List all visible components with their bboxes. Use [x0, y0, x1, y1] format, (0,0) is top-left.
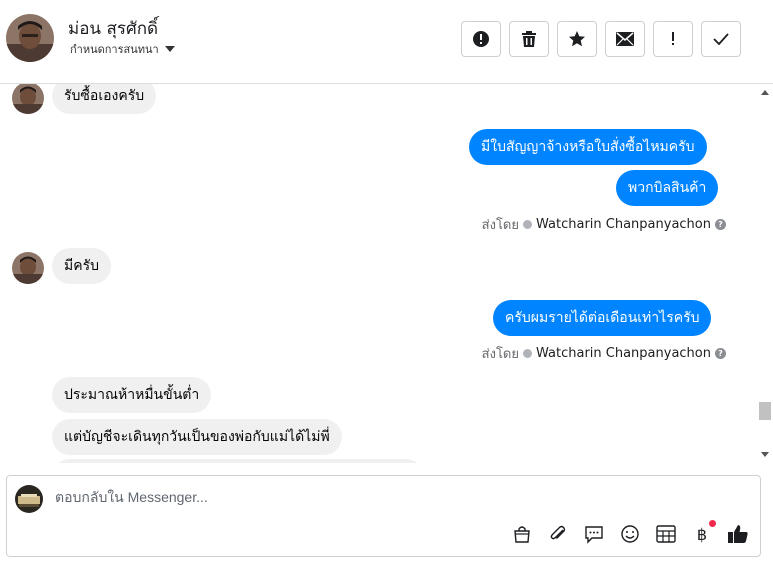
reply-input[interactable] — [55, 489, 735, 505]
report-icon — [473, 31, 489, 47]
message-bubble-incoming: มีครับ — [52, 248, 111, 284]
sent-by-agent: Watcharin Chanpanyachon — [536, 346, 711, 361]
scroll-thumb[interactable] — [759, 402, 771, 420]
attach-button[interactable] — [546, 522, 570, 546]
sent-by-label: ส่งโดย — [481, 347, 519, 362]
mark-done-button[interactable] — [701, 21, 741, 57]
conversation-header: ม่อน สุรศักดิ์ กำหนดการสนทนา — [0, 0, 773, 84]
message-bubble-outgoing: พวกบิลสินค้า — [616, 170, 719, 206]
contact-name: ม่อน สุรศักดิ์ — [68, 19, 159, 39]
page-check-icon — [523, 220, 532, 229]
like-icon — [728, 525, 748, 543]
composer-tools: ฿ — [510, 520, 750, 546]
emoji-button[interactable] — [618, 522, 642, 546]
thread-scrollbar[interactable] — [757, 84, 773, 463]
sent-by-info: ส่งโดย Watcharin Chanpanyachon ? — [482, 214, 726, 235]
delete-button[interactable] — [509, 21, 549, 57]
saved-replies-button[interactable] — [582, 522, 606, 546]
notification-dot — [709, 520, 716, 527]
reply-composer: ฿ — [6, 475, 761, 557]
header-actions — [461, 21, 741, 57]
paperclip-icon — [550, 525, 566, 540]
shop-button[interactable] — [510, 522, 534, 546]
scroll-down-icon[interactable] — [761, 452, 769, 457]
message-bubble-outgoing: มีใบสัญญาจ้างหรือใบสั่งซื้อไหมครับ — [469, 129, 707, 165]
spam-button[interactable] — [653, 21, 693, 57]
mark-unread-button[interactable] — [605, 21, 645, 57]
chevron-down-icon — [164, 46, 175, 52]
message-bubble-incoming-partial — [52, 459, 424, 463]
star-icon — [569, 31, 585, 47]
exclamation-icon — [672, 32, 674, 45]
envelope-icon — [616, 32, 634, 46]
calendar-icon — [656, 525, 676, 543]
saved-reply-icon — [585, 526, 603, 544]
check-icon — [713, 33, 729, 45]
message-bubble-incoming: แต่บัญชีจะเดินทุกวันเป็นของพ่อกับแม่ได้ไ… — [52, 419, 342, 455]
baht-icon: ฿ — [696, 524, 708, 544]
message-thread: รับซื้อเองครับ มีใบสัญญาจ้างหรือใบสั่งซื… — [0, 84, 757, 463]
appointment-button[interactable] — [654, 522, 678, 546]
sender-avatar — [12, 84, 44, 114]
page-check-icon — [523, 349, 532, 358]
message-bubble-incoming: ประมาณห้าหมื่นขั้นต่ำ — [52, 377, 212, 413]
message-bubble-outgoing: ครับผมรายได้ต่อเดือนเท่าไรครับ — [493, 300, 712, 336]
sent-by-info: ส่งโดย Watcharin Chanpanyachon ? — [482, 343, 726, 364]
page-avatar — [15, 485, 43, 513]
message-bubble-incoming: รับซื้อเองครับ — [52, 84, 157, 114]
scroll-up-icon[interactable] — [761, 90, 769, 95]
payment-button[interactable]: ฿ — [690, 520, 716, 546]
help-icon[interactable]: ? — [715, 348, 726, 359]
sent-by-agent: Watcharin Chanpanyachon — [536, 217, 711, 232]
conversation-settings-label: กำหนดการสนทนา — [70, 43, 159, 56]
report-button[interactable] — [461, 21, 501, 57]
sent-by-label: ส่งโดย — [481, 218, 519, 233]
trash-icon — [522, 31, 536, 47]
help-icon[interactable]: ? — [715, 219, 726, 230]
star-button[interactable] — [557, 21, 597, 57]
like-button[interactable] — [726, 522, 750, 546]
contact-avatar[interactable] — [6, 14, 54, 62]
shopping-bag-icon — [514, 526, 530, 543]
conversation-settings-dropdown[interactable]: กำหนดการสนทนา — [70, 40, 175, 58]
emoji-icon — [621, 525, 639, 543]
sender-avatar — [12, 252, 44, 284]
